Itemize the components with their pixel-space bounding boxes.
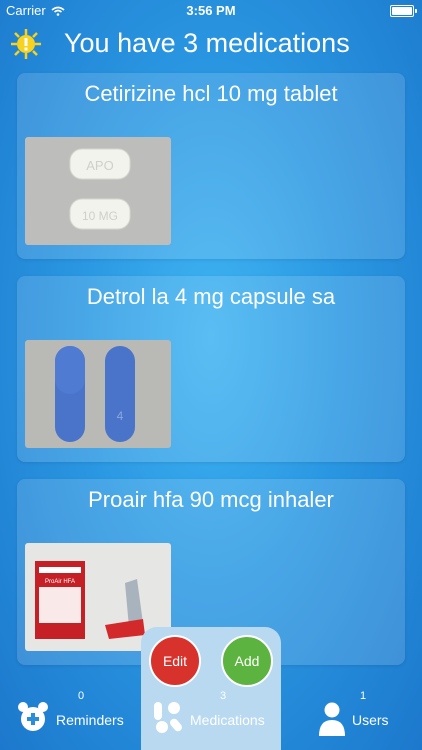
detrol-capsule-image: 4 <box>25 340 171 448</box>
medication-card[interactable]: Detrol la 4 mg capsule sa 4 <box>17 276 405 462</box>
tablet-imprint-top: APO <box>86 158 113 173</box>
medication-name: Cetirizine hcl 10 mg tablet <box>84 81 338 106</box>
tab-label: Medications <box>190 712 265 728</box>
medication-name: Proair hfa 90 mcg inhaler <box>88 487 334 512</box>
cetirizine-tablet-image: APO 10 MG <box>25 137 171 245</box>
tablet-imprint-bottom: 10 MG <box>82 209 118 223</box>
tab-medications[interactable]: 3 Medications <box>150 690 275 750</box>
pills-icon <box>154 702 182 733</box>
header: You have 3 medications <box>0 24 422 64</box>
medication-card[interactable]: Cetirizine hcl 10 mg tablet APO 10 MG <box>17 73 405 259</box>
tab-users[interactable]: 1 Users <box>318 690 408 750</box>
inhaler-box-label: ProAir HFA <box>45 579 75 585</box>
add-button[interactable]: Add <box>221 635 273 687</box>
tab-count: 3 <box>220 690 227 702</box>
tab-label: Reminders <box>56 712 124 728</box>
alarm-clock-icon <box>18 702 48 731</box>
edit-button[interactable]: Edit <box>149 635 201 687</box>
tab-count: 1 <box>360 690 367 702</box>
tab-label: Users <box>352 712 389 728</box>
tab-bar: 0 Reminders 3 Medications 1 Users <box>0 690 422 750</box>
page-title: You have 3 medications <box>64 28 350 58</box>
tab-count: 0 <box>78 690 85 702</box>
reminder-sun-icon[interactable] <box>10 28 42 60</box>
battery-icon <box>390 5 417 17</box>
medication-name: Detrol la 4 mg capsule sa <box>86 284 336 309</box>
capsule-imprint: 4 <box>117 409 124 423</box>
status-bar: Carrier 3:56 PM <box>0 0 422 20</box>
clock: 3:56 PM <box>186 3 236 18</box>
user-icon <box>319 702 345 736</box>
tab-reminders[interactable]: 0 Reminders <box>16 690 136 750</box>
